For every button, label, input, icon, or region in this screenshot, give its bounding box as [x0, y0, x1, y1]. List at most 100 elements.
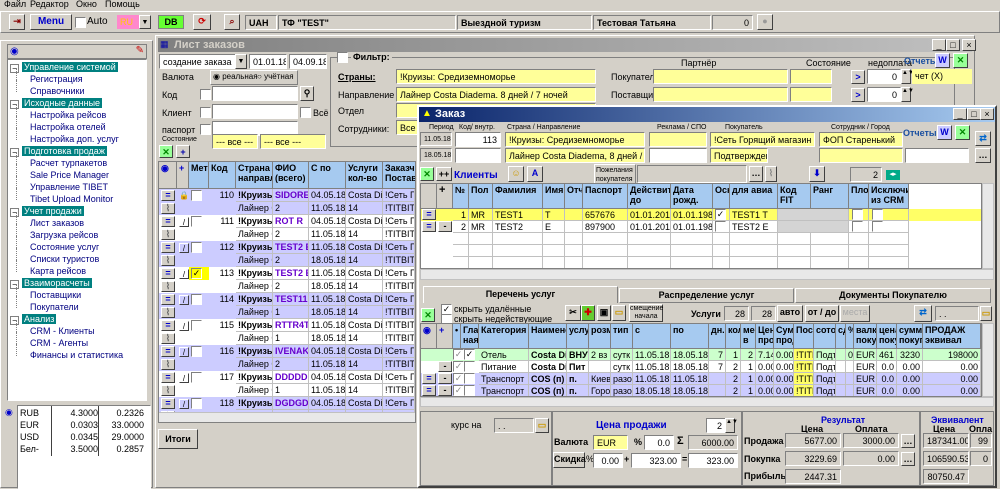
attachment-icon[interactable]: ⌇ — [161, 281, 175, 292]
mark-checkbox[interactable]: ✓ — [191, 268, 202, 279]
column-header[interactable]: Осн — [713, 184, 730, 209]
table-row[interactable]: = ⌇ / 116!КруизыЛайнер СIVENAKO204.05.1811.… — [159, 345, 415, 371]
menu-button[interactable]: Menu — [30, 14, 72, 30]
column-header[interactable]: Пост — [794, 324, 814, 349]
mode-select[interactable]: создание заказа — [159, 54, 236, 69]
open-client-button[interactable]: = — [422, 209, 436, 220]
edit-icon[interactable]: ✎ — [136, 45, 144, 56]
tree-group-label[interactable]: Управление системой — [22, 62, 118, 72]
column-header[interactable]: Цена прод — [756, 324, 774, 349]
order-maximize-button[interactable]: □ — [967, 108, 981, 120]
code-input[interactable] — [212, 86, 298, 101]
supplier-status-input[interactable] — [790, 87, 832, 102]
client-birthdate[interactable]: 01.01.1988 — [671, 209, 713, 221]
refresh-icon[interactable]: ◉ — [159, 162, 177, 189]
order-extra-input[interactable] — [905, 148, 969, 163]
buyer-go-button[interactable]: > — [851, 70, 865, 84]
sidebar-item[interactable]: Списки туристов — [30, 254, 99, 264]
table-row[interactable]: = ⌇ / 111!КруизыЛайнер СROT R204.05.1811.05… — [159, 215, 415, 241]
column-header[interactable]: % — [846, 324, 854, 349]
collapse-icon[interactable]: − — [10, 100, 19, 109]
active-checkbox[interactable]: ✓ — [453, 385, 464, 396]
client-passport-valid[interactable]: 01.01.2018 — [628, 221, 671, 233]
order-extra-button[interactable]: … — [975, 148, 991, 163]
column-header[interactable]: Код — [209, 162, 236, 189]
percent-input[interactable]: 0.0 — [644, 435, 674, 450]
open-order-button[interactable]: = — [161, 372, 175, 383]
table-row[interactable]: = 1MRTEST1T 65767601.01.201801.01.1988✓ TES… — [421, 209, 981, 221]
rate-date-input[interactable]: . . — [494, 418, 534, 433]
order-client-name[interactable]: TEST2 E — [273, 241, 309, 254]
date-to-input[interactable]: 04.09.18 — [289, 54, 327, 69]
order-city-input[interactable] — [819, 148, 903, 163]
tree-group-label[interactable]: Анализ — [22, 314, 57, 324]
table-row[interactable]: = ⌇ / 112!КруизыЛайнер СTEST2 E211.05.1818.… — [159, 241, 415, 267]
sidebar-item[interactable]: Справочники — [30, 86, 85, 96]
clients-expand-button[interactable]: ++ — [436, 167, 452, 181]
order-country-input[interactable]: !Круизы: Средиземноморье — [505, 132, 645, 147]
column-header[interactable]: Услуги кол-во — [346, 162, 383, 189]
client-firstname[interactable]: E — [543, 221, 565, 233]
open-order-button[interactable]: = — [161, 216, 175, 227]
edit-icon[interactable]: / — [179, 347, 189, 357]
auto-checkbox[interactable] — [75, 17, 86, 28]
state-select-1[interactable]: --- все --- — [212, 134, 258, 149]
mark-checkbox[interactable] — [191, 346, 202, 357]
client-passport[interactable]: 897900 — [583, 221, 628, 233]
spo-input[interactable] — [649, 148, 707, 163]
buyer-partner-input[interactable] — [653, 69, 788, 84]
all-checkbox[interactable] — [300, 107, 311, 118]
excel-icon[interactable]: ✕ — [159, 145, 173, 158]
chevron-down-icon[interactable]: ▼ — [139, 15, 151, 29]
radio-real[interactable]: ◉ реальная — [213, 72, 258, 81]
supplier-go-button[interactable]: > — [851, 88, 865, 102]
column-header[interactable]: Отче — [565, 184, 583, 209]
tree-group-label[interactable]: Учет продажи — [22, 206, 84, 216]
column-header[interactable]: Заказч Постав — [383, 162, 415, 189]
discount-button[interactable]: Скидка — [553, 452, 586, 468]
totals-button[interactable]: Итоги — [158, 429, 198, 449]
services-excel-icon[interactable]: ✕ — [421, 308, 435, 322]
client-avia-name[interactable]: TEST2 E — [730, 221, 778, 233]
table-row[interactable]: =-2MRTEST2E 89790001.01.201801.01.1988 TES… — [421, 221, 981, 233]
smiley-icon[interactable]: ☺ — [508, 166, 524, 182]
main-service-checkbox[interactable] — [464, 361, 475, 372]
table-row[interactable]: ✓✓ ОтельCosta DiВНУТ2 взсутк11.05.1818.05… — [421, 349, 981, 361]
table-row[interactable]: = ⌇ 🔒 110!КруизыЛайнер СSIDOREN204.05.1811.… — [159, 189, 415, 215]
column-header[interactable]: Имя — [543, 184, 565, 209]
word-icon[interactable]: W — [935, 53, 950, 68]
order-client-name[interactable]: DGDGDG — [273, 397, 309, 410]
column-header[interactable]: сото — [814, 324, 836, 349]
discount-add-input[interactable]: 323.00 — [631, 453, 681, 468]
attachment-icon[interactable]: ⌇ — [161, 307, 175, 318]
sidebar-item[interactable]: Tibet Upload Monitor — [30, 194, 113, 204]
sidebar-item[interactable]: Настройка рейсов — [30, 110, 106, 120]
services-horizontal-scrollbar[interactable] — [420, 397, 994, 407]
order-staff-input[interactable]: ФОП Старенький — [819, 132, 903, 147]
attachment-icon[interactable]: ⌇ — [161, 359, 175, 370]
sidebar-item[interactable]: Настройка доп. услуг — [30, 134, 119, 144]
column-header[interactable]: кол — [726, 324, 741, 349]
supplier-unpaid-input[interactable]: 0 — [867, 87, 901, 102]
mark-checkbox[interactable] — [191, 398, 202, 409]
client-passport-valid[interactable]: 01.01.2018 — [628, 209, 671, 221]
column-header[interactable]: для авиа — [730, 184, 778, 209]
cut-icon[interactable]: ✂ — [565, 305, 581, 321]
state-select-2[interactable]: --- все --- — [260, 134, 326, 149]
transfer-icon[interactable]: ⇄ — [975, 131, 991, 146]
add-service-row-icon[interactable]: + — [437, 324, 453, 349]
open-order-button[interactable]: = — [161, 320, 175, 331]
order-buyer-input[interactable]: !Сеть Горящий магазин — [710, 132, 815, 147]
close-button[interactable]: × — [962, 39, 976, 51]
active-checkbox[interactable]: ✓ — [453, 349, 464, 360]
collapse-icon[interactable]: − — [10, 316, 19, 325]
column-header[interactable]: Мет — [189, 162, 209, 189]
tab-buyer-documents[interactable]: Документы Покупателю — [795, 288, 991, 303]
sidebar-item[interactable]: Покупатели — [30, 302, 79, 312]
column-header[interactable]: Плох — [849, 184, 869, 209]
sale-paid-more-button[interactable]: … — [901, 434, 915, 448]
collapse-icon[interactable]: − — [10, 64, 19, 73]
open-client-button[interactable]: = — [422, 221, 436, 232]
sidebar-item[interactable]: CRM - Клиенты — [30, 326, 95, 336]
order-status-field[interactable]: Подтвержден — [710, 148, 768, 163]
